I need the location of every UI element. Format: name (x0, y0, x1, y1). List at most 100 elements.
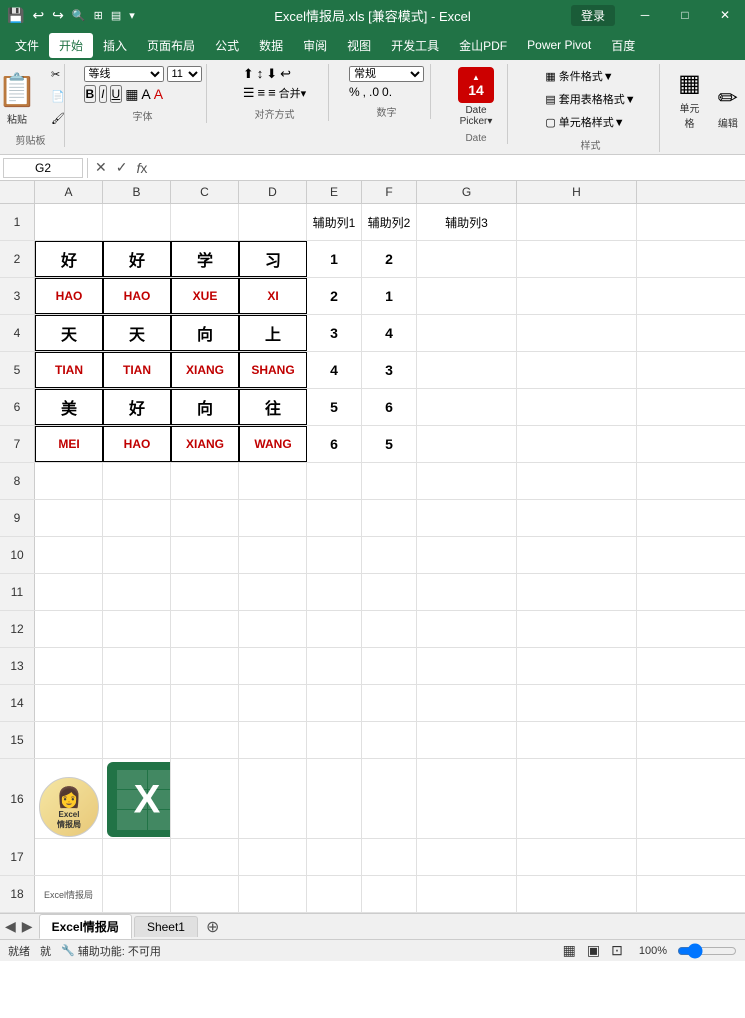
cell-C7[interactable]: XIANG (171, 426, 239, 462)
cell-D16[interactable] (239, 759, 307, 839)
cell-D3[interactable]: XI (239, 278, 307, 314)
cell-C12[interactable] (171, 611, 239, 647)
sheet-tab-excel-info[interactable]: Excel情报局 (39, 914, 132, 939)
decrease-decimal-button[interactable]: 0. (382, 85, 392, 99)
login-button[interactable]: 登录 (571, 5, 615, 26)
align-middle-button[interactable]: ↕ (257, 66, 264, 82)
cell-D1[interactable] (239, 204, 307, 240)
cell-F10[interactable] (362, 537, 417, 573)
percent-button[interactable]: % (349, 85, 360, 99)
cell-C14[interactable] (171, 685, 239, 721)
cell-A9[interactable] (35, 500, 103, 536)
cell-G3[interactable] (417, 278, 517, 314)
cell-D10[interactable] (239, 537, 307, 573)
italic-button[interactable]: I (99, 85, 106, 103)
cell-E2[interactable]: 1 (307, 241, 362, 277)
copy-button[interactable]: 📄 (46, 88, 70, 105)
cell-H13[interactable] (517, 648, 637, 684)
cell-H9[interactable] (517, 500, 637, 536)
cancel-icon[interactable]: ✕ (92, 158, 110, 177)
cell-G4[interactable] (417, 315, 517, 351)
row-header-4[interactable]: 4 (0, 315, 35, 351)
row-header-7[interactable]: 7 (0, 426, 35, 462)
align-left-button[interactable]: ☰ (243, 85, 255, 101)
cell-D15[interactable] (239, 722, 307, 758)
cell-C5[interactable]: XIANG (171, 352, 239, 388)
cell-B15[interactable] (103, 722, 171, 758)
row-header-12[interactable]: 12 (0, 611, 35, 647)
cell-F9[interactable] (362, 500, 417, 536)
cell-C4[interactable]: 向 (171, 315, 239, 351)
font-family-select[interactable]: 等线 (84, 66, 164, 82)
cell-E9[interactable] (307, 500, 362, 536)
cell-F8[interactable] (362, 463, 417, 499)
cells-button[interactable]: ▦ 单元格 (672, 66, 707, 133)
menu-home[interactable]: 开始 (49, 33, 93, 58)
menu-view[interactable]: 视图 (337, 33, 381, 58)
cell-F15[interactable] (362, 722, 417, 758)
cell-B17[interactable] (103, 839, 171, 875)
cell-D18[interactable] (239, 876, 307, 912)
cell-A16[interactable]: 👩 Excel情报局 (35, 759, 103, 839)
cell-G10[interactable] (417, 537, 517, 573)
col-header-G[interactable]: G (417, 181, 517, 203)
cell-D4[interactable]: 上 (239, 315, 307, 351)
cell-B2[interactable]: 好 (103, 241, 171, 277)
col-header-F[interactable]: F (362, 181, 417, 203)
cell-G11[interactable] (417, 574, 517, 610)
col-header-H[interactable]: H (517, 181, 637, 203)
date-picker-button[interactable]: ▲ 14 DatePicker▾ (452, 64, 500, 130)
cell-H18[interactable] (517, 876, 637, 912)
cell-E6[interactable]: 5 (307, 389, 362, 425)
cell-E1[interactable]: 辅助列1 (307, 204, 362, 240)
cell-H12[interactable] (517, 611, 637, 647)
row-header-14[interactable]: 14 (0, 685, 35, 721)
row-header-2[interactable]: 2 (0, 241, 35, 277)
cell-E18[interactable] (307, 876, 362, 912)
cell-E3[interactable]: 2 (307, 278, 362, 314)
cell-D13[interactable] (239, 648, 307, 684)
confirm-icon[interactable]: ✓ (113, 158, 131, 177)
row-header-9[interactable]: 9 (0, 500, 35, 536)
cell-F16[interactable] (362, 759, 417, 839)
cell-B11[interactable] (103, 574, 171, 610)
align-bottom-button[interactable]: ⬇ (266, 66, 277, 82)
comma-button[interactable]: , (363, 85, 366, 99)
cell-D2[interactable]: 习 (239, 241, 307, 277)
normal-view-button[interactable]: ▦ (560, 941, 579, 960)
formula-input[interactable] (150, 160, 742, 176)
cell-B10[interactable] (103, 537, 171, 573)
cell-A2[interactable]: 好 (35, 241, 103, 277)
font-size-select[interactable]: 11 (167, 66, 202, 82)
cell-F18[interactable] (362, 876, 417, 912)
cell-G8[interactable] (417, 463, 517, 499)
cell-D12[interactable] (239, 611, 307, 647)
merge-cells-button[interactable]: 合并▾ (279, 85, 307, 101)
save-icon[interactable]: 💾 (5, 5, 26, 26)
cell-D9[interactable] (239, 500, 307, 536)
bold-button[interactable]: B (84, 85, 97, 103)
cell-E15[interactable] (307, 722, 362, 758)
cell-D5[interactable]: SHANG (239, 352, 307, 388)
cell-F6[interactable]: 6 (362, 389, 417, 425)
cell-C1[interactable] (171, 204, 239, 240)
row-header-17[interactable]: 17 (0, 839, 35, 875)
cell-B8[interactable] (103, 463, 171, 499)
cell-F11[interactable] (362, 574, 417, 610)
row-header-16[interactable]: 16 (0, 759, 35, 839)
cell-A12[interactable] (35, 611, 103, 647)
cell-A11[interactable] (35, 574, 103, 610)
cell-B18[interactable] (103, 876, 171, 912)
scroll-sheets-left[interactable]: ◀ (5, 918, 16, 935)
cell-E7[interactable]: 6 (307, 426, 362, 462)
number-format-select[interactable]: 常规 (349, 66, 424, 82)
row-header-3[interactable]: 3 (0, 278, 35, 314)
col-header-C[interactable]: C (171, 181, 239, 203)
cell-B5[interactable]: TIAN (103, 352, 171, 388)
function-icon[interactable]: fx (133, 159, 150, 177)
cell-H11[interactable] (517, 574, 637, 610)
cell-E14[interactable] (307, 685, 362, 721)
cell-A17[interactable] (35, 839, 103, 875)
zoom-slider[interactable] (677, 943, 737, 959)
cell-F7[interactable]: 5 (362, 426, 417, 462)
